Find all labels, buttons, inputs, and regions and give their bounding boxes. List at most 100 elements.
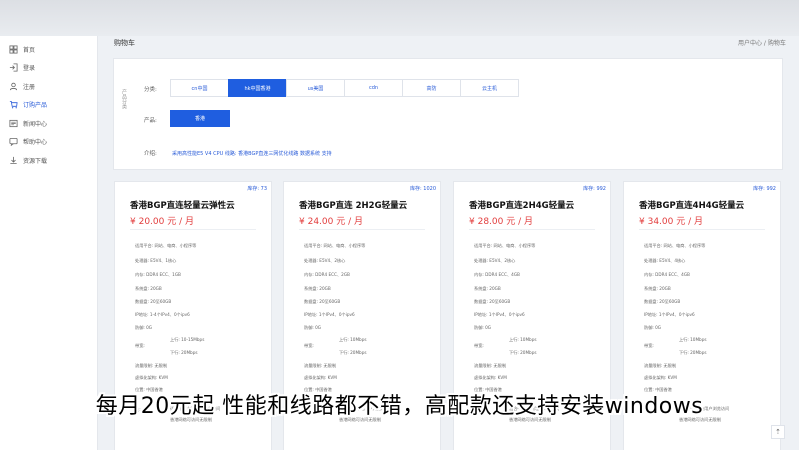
- dashboard-icon: [9, 45, 18, 54]
- sidebar-item-label: 注册: [23, 83, 36, 91]
- spec-bandwidth-label: 带宽:: [304, 343, 314, 348]
- spec-data-disk: 数据盘: 20至60GB: [474, 299, 511, 304]
- video-subtitle: 每月20元起 性能和线路都不错，高配款还支持安装windows: [95, 394, 704, 419]
- tab-category-cdn[interactable]: cdn: [344, 79, 403, 97]
- spec-bandwidth-up: 上行: 10Mbps: [679, 337, 707, 342]
- spec-memory: 内存: DDR4 ECC、2GB: [304, 272, 350, 277]
- cart-icon: [9, 100, 18, 109]
- spec-system-disk: 系统盘: 20GB: [304, 286, 331, 291]
- spec-bandwidth-down: 下行: 20Mbps: [679, 350, 707, 355]
- tab-category-cloud[interactable]: 云主机: [460, 79, 519, 97]
- filter-panel: 产品分类 分类: cn中国 hk中国香港 us美国 cdn 高防 云主机 产品:…: [113, 58, 783, 170]
- spec-system-disk: 系统盘: 20GB: [135, 286, 162, 291]
- spec-bandwidth-down: 下行: 20Mbps: [170, 350, 198, 355]
- tab-category-hk[interactable]: hk中国香港: [228, 79, 287, 97]
- scroll-top-button[interactable]: ⇡: [771, 425, 785, 439]
- tab-category-cn[interactable]: cn中国: [170, 79, 229, 97]
- stock-badge: 库存: 73: [247, 186, 267, 192]
- spec-traffic: 流量限制: 无限制: [474, 363, 507, 368]
- spec-cpu: 处理器: E5V4、4核心: [644, 258, 686, 263]
- spec-traffic: 流量限制: 无限制: [135, 363, 168, 368]
- spec-bandwidth-up: 上行: 10Mbps: [509, 337, 537, 342]
- sidebar-item-label: 新闻中心: [23, 120, 48, 128]
- tab-category-us[interactable]: us美国: [286, 79, 345, 97]
- tab-category-ddos[interactable]: 高防: [402, 79, 461, 97]
- product-price: ¥ 24.00 元 / 月: [299, 217, 363, 227]
- sidebar-item-label: 订购产品: [23, 102, 48, 110]
- breadcrumb[interactable]: 用户中心 / 购物车: [738, 38, 786, 47]
- spec-memory: 内存: DDR4 ECC、1GB: [135, 272, 181, 277]
- divider: [130, 229, 256, 230]
- sidebar-item-news[interactable]: 新闻中心: [0, 114, 97, 133]
- spec-cpu: 处理器: E5V4、1核心: [135, 258, 177, 263]
- top-bar: [0, 0, 799, 36]
- category-label: 分类:: [144, 87, 157, 93]
- spec-virtualization: 虚拟化架构: KVM: [644, 375, 677, 380]
- sidebar-item-order[interactable]: 订购产品: [0, 96, 97, 115]
- stock-badge: 库存: 992: [583, 186, 606, 192]
- spec-ip: IP地址: 1个IPv4、0个ipv6: [474, 312, 525, 317]
- spec-data-disk: 数据盘: 20至60GB: [644, 299, 681, 304]
- login-icon: [9, 63, 18, 72]
- sidebar-item-download[interactable]: 资源下载: [0, 151, 97, 170]
- spec-traffic: 流量限制: 无限制: [304, 363, 337, 368]
- product-title: 香港BGP直连轻量云弹性云: [130, 201, 235, 211]
- divider: [469, 229, 595, 230]
- sidebar-item-label: 登录: [23, 65, 36, 73]
- news-icon: [9, 119, 18, 128]
- spec-bandwidth-label: 带宽:: [644, 343, 654, 348]
- spec-memory: 内存: DDR4 ECC、4GB: [474, 272, 520, 277]
- spec-traffic: 流量限制: 无限制: [644, 363, 677, 368]
- spec-cpu: 处理器: E5V4、2核心: [304, 258, 346, 263]
- spec-memory: 内存: DDR4 ECC、4GB: [644, 272, 690, 277]
- product-title: 香港BGP直连2H4G轻量云: [469, 201, 575, 211]
- divider: [299, 229, 425, 230]
- stock-badge: 库存: 1020: [410, 186, 436, 192]
- help-icon: [9, 137, 18, 147]
- sidebar-item-label: 首页: [23, 46, 36, 54]
- spec-defense: 防御: 0G: [474, 325, 492, 330]
- product-label: 产品:: [144, 118, 157, 124]
- spec-platform: 适用平台: 网站、电商、小程序等: [644, 243, 706, 248]
- spec-bandwidth-label: 带宽:: [135, 343, 145, 348]
- spec-data-disk: 数据盘: 20至60GB: [135, 299, 172, 304]
- spec-ip: IP地址: 1个IPv4、0个ipv6: [644, 312, 695, 317]
- sidebar-item-help[interactable]: 帮助中心: [0, 133, 97, 152]
- spec-virtualization: 虚拟化架构: KVM: [474, 375, 507, 380]
- product-button-hk[interactable]: 香港: [170, 110, 230, 127]
- spec-platform: 适用平台: 网站、电商、小程序等: [135, 243, 197, 248]
- sidebar-item-register[interactable]: 注册: [0, 77, 97, 96]
- spec-defense: 防御: 0G: [135, 325, 153, 330]
- page-title: 购物车: [114, 39, 135, 47]
- sidebar-item-home[interactable]: 首页: [0, 40, 97, 59]
- product-title: 香港BGP直连4H4G轻量云: [639, 201, 745, 211]
- spec-bandwidth-down: 下行: 20Mbps: [509, 350, 537, 355]
- panel-side-label: 产品分类: [121, 89, 127, 109]
- spec-defense: 防御: 0G: [644, 325, 662, 330]
- user-icon: [9, 82, 18, 91]
- product-title: 香港BGP直连 2H2G轻量云: [299, 201, 408, 211]
- spec-virtualization: 虚拟化架构: KVM: [135, 375, 168, 380]
- download-icon: [9, 156, 18, 165]
- intro-text: 采用高性能E5 V4 CPU 线路: 香港BGP直连三网优化线路 数据系统 支持: [172, 151, 332, 157]
- sidebar-item-label: 帮助中心: [23, 139, 48, 147]
- spec-ip: IP地址: 1个IPv4、0个ipv6: [304, 312, 355, 317]
- spec-bandwidth-up: 上行: 10-15Mbps: [170, 337, 205, 342]
- divider: [639, 229, 765, 230]
- spec-data-disk: 数据盘: 20至60GB: [304, 299, 341, 304]
- sidebar-item-login[interactable]: 登录: [0, 59, 97, 78]
- spec-system-disk: 系统盘: 20GB: [644, 286, 671, 291]
- spec-virtualization: 虚拟化架构: KVM: [304, 375, 337, 380]
- product-price: ¥ 28.00 元 / 月: [469, 217, 533, 227]
- spec-bandwidth-down: 下行: 20Mbps: [339, 350, 367, 355]
- sidebar-item-label: 资源下载: [23, 157, 48, 165]
- product-price: ¥ 34.00 元 / 月: [639, 217, 703, 227]
- intro-label: 介绍:: [144, 151, 157, 157]
- spec-bandwidth-up: 上行: 10Mbps: [339, 337, 367, 342]
- spec-platform: 适用平台: 网站、电商、小程序等: [304, 243, 366, 248]
- spec-ip: IP地址: 1-4个IPv4、0个ipv6: [135, 312, 190, 317]
- product-price: ¥ 20.00 元 / 月: [130, 217, 194, 227]
- spec-defense: 防御: 0G: [304, 325, 322, 330]
- spec-platform: 适用平台: 网站、电商、小程序等: [474, 243, 536, 248]
- stock-badge: 库存: 992: [753, 186, 776, 192]
